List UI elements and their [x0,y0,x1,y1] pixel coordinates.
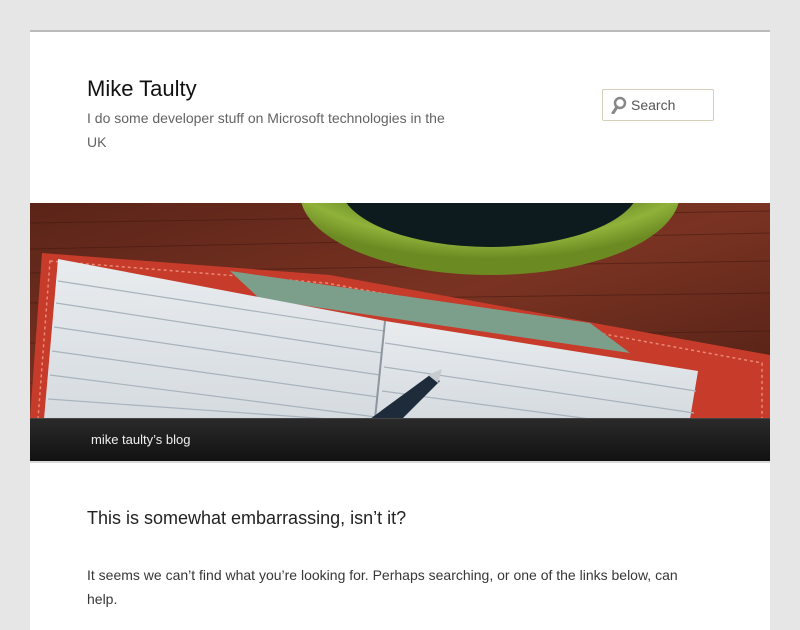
search-input[interactable] [629,90,713,120]
entry-content: It seems we can’t find what you’re looki… [87,567,678,607]
nav-item-home[interactable]: mike taulty’s blog [91,432,190,447]
site-description: I do some developer stuff on Microsoft t… [87,110,445,150]
search-icon [611,96,627,114]
search-form[interactable] [602,89,714,121]
page: Mike Taulty I do some developer stuff on… [30,30,770,630]
entry-title: This is somewhat embarrassing, isn’t it? [87,508,407,528]
nav-divider [30,461,770,463]
site-title[interactable]: Mike Taulty [87,74,197,104]
header-image[interactable] [30,203,770,419]
main-navigation: mike taulty’s blog [30,418,770,462]
